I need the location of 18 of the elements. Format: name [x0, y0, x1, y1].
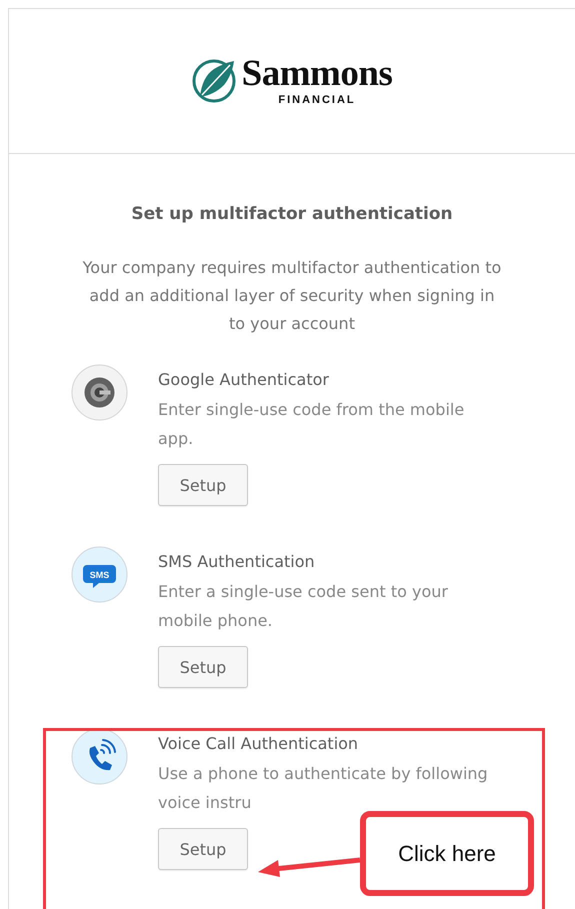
authenticator-icon [71, 364, 128, 421]
factor-title: SMS Authentication [158, 551, 315, 573]
setup-button[interactable]: Setup [158, 828, 248, 870]
factor-description: Enter single-use code from the mobile app. [158, 399, 466, 450]
leaf-logo-icon [192, 59, 238, 103]
page-title: Set up multifactor authentication [130, 203, 454, 226]
phone-call-icon [71, 728, 128, 785]
page-description: Your company requires multifactor authentication to add an additional layer of security when signing in to your account [82, 257, 502, 335]
factor-description: Use a phone to authenticate by following voice instru [158, 763, 489, 814]
sms-bubble-icon: SMS [71, 546, 128, 603]
setup-button[interactable]: Setup [158, 646, 248, 688]
callout-label: Click here [360, 811, 534, 896]
logo-wordmark: Sammons [242, 56, 392, 92]
setup-button[interactable]: Setup [158, 464, 248, 506]
factor-description: Enter a single-use code sent to your mobile phone. [158, 581, 449, 632]
factor-title: Voice Call Authentication [158, 733, 358, 755]
logo-subtitle: FINANCIAL [278, 94, 356, 106]
factor-title: Google Authenticator [158, 369, 329, 391]
